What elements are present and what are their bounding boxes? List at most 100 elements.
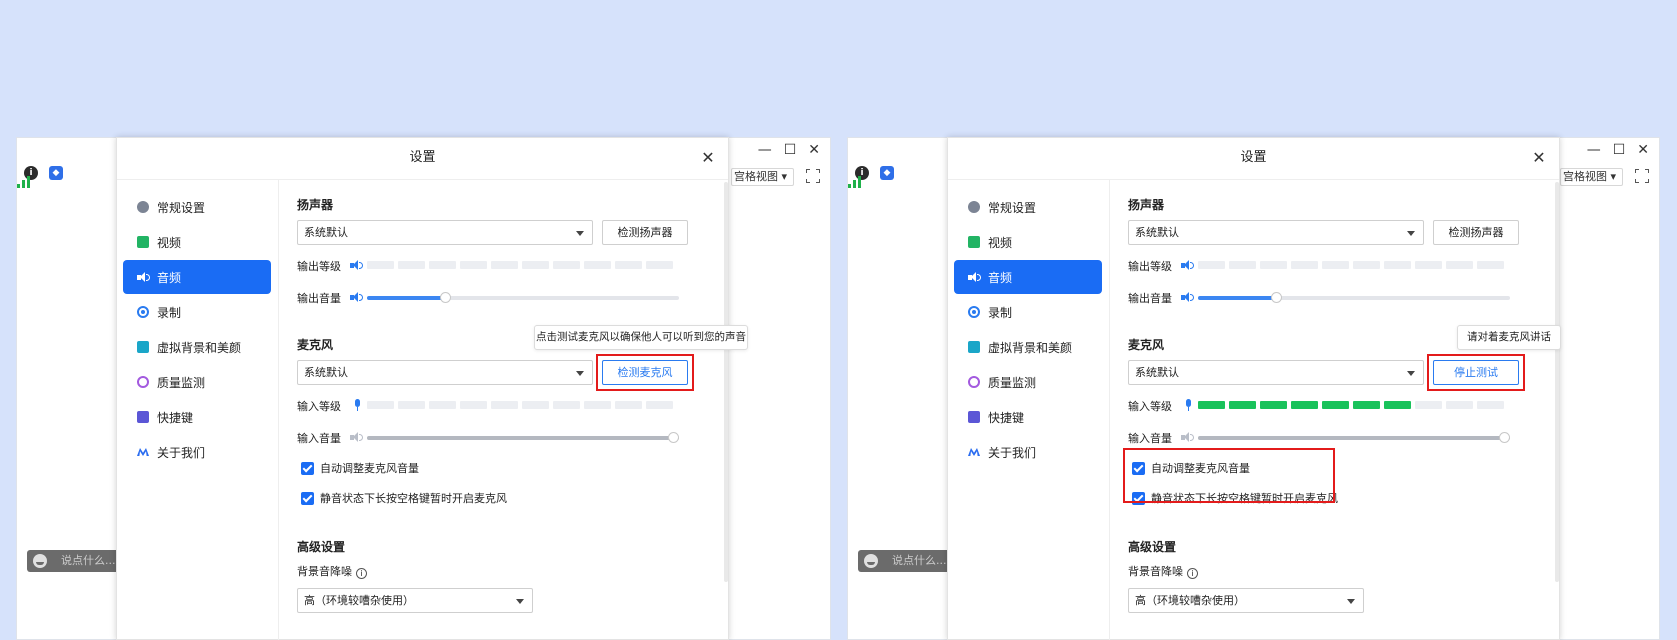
chevron-down-icon [1347,599,1355,604]
level-segment [429,401,456,409]
level-segment [1229,401,1256,409]
shield-icon[interactable]: ◆ [49,166,63,180]
scrollbar[interactable] [1555,182,1559,582]
close-window-icon[interactable]: ✕ [808,142,820,158]
info-icon[interactable]: i [1187,568,1198,579]
nav-item-virtual-bg[interactable]: 虚拟背景和美颜 [954,330,1102,364]
info-icon[interactable]: i [356,568,367,579]
close-window-icon[interactable]: ✕ [1637,142,1649,158]
noise-value: 高（环境较嘈杂使用） [304,594,414,607]
nav-item-general[interactable]: 常规设置 [954,190,1102,224]
level-segment [1415,261,1442,269]
nav-item-general[interactable]: 常规设置 [123,190,271,224]
nav-item-virtual-bg[interactable]: 虚拟背景和美颜 [123,330,271,364]
gear-icon [968,201,980,213]
level-segment [584,261,611,269]
slider-knob[interactable] [440,292,451,303]
input-level-meter [1198,401,1504,409]
slider-fill [367,296,445,300]
dialog-title: 设置 [1240,150,1267,165]
nav-item-video[interactable]: 视频 [954,225,1102,259]
nav-item-about[interactable]: 关于我们 [954,435,1102,469]
maximize-icon[interactable]: ☐ [784,142,797,158]
fullscreen-icon[interactable] [806,169,820,183]
gear-icon [137,201,149,213]
output-level-meter [367,261,673,269]
nav-label: 质量监测 [157,375,206,390]
noise-reduction-label: 背景音降噪 i [1128,563,1198,579]
level-segment [553,261,580,269]
speaker-device: 系统默认 [1135,226,1179,239]
dialog-title: 设置 [409,150,436,165]
settings-dialog-right: 设置 ✕ 常规设置 视频 音频 录制 虚拟背景和美颜 质量监测 快捷键 关于我们… [947,137,1561,640]
level-segment [1198,261,1225,269]
nav-item-record[interactable]: 录制 [954,295,1102,329]
level-segment [1198,401,1225,409]
level-segment [584,401,611,409]
dialog-header: 设置 ✕ [117,138,728,180]
slider-knob[interactable] [1499,432,1510,443]
fullscreen-icon[interactable] [1635,169,1649,183]
level-segment [398,261,425,269]
input-level-label: 输入等级 [297,400,341,413]
dialog-header: 设置 ✕ [948,138,1559,180]
nav-item-about[interactable]: 关于我们 [123,435,271,469]
nav-item-quality[interactable]: 质量监测 [954,365,1102,399]
checkbox-checked-icon[interactable] [301,491,314,505]
nav-label: 快捷键 [157,410,194,425]
speaker-select[interactable]: 系统默认 [297,220,593,245]
noise-reduction-select[interactable]: 高（环境较嘈杂使用） [1128,588,1364,613]
speaker-icon [350,260,363,271]
auto-adjust-checkbox[interactable]: 自动调整麦克风音量 [301,460,419,476]
emoji-icon[interactable] [864,554,878,568]
mic-select[interactable]: 系统默认 [1128,360,1424,385]
output-volume-label: 输出音量 [297,292,341,305]
input-volume-slider[interactable] [367,432,679,443]
level-segment [1322,261,1349,269]
checkbox-checked-icon[interactable] [301,461,314,475]
noise-label-text: 背景音降噪 [1128,565,1183,578]
close-icon[interactable]: ✕ [1529,148,1549,168]
chat-input[interactable]: 说点什么... [27,550,119,572]
mic-tooltip: 请对着麦克风讲话 [1457,325,1561,350]
nav-label: 快捷键 [988,410,1025,425]
brand-logo-icon [968,446,980,458]
test-speaker-button[interactable]: 检测扬声器 [1433,220,1519,245]
nav-item-audio[interactable]: 音频 [123,260,271,294]
level-segment [460,401,487,409]
minimize-icon[interactable]: — [1587,142,1601,158]
scrollbar[interactable] [724,182,728,582]
grid-view-button[interactable]: 宫格视图 ▾ [730,168,794,186]
shield-icon[interactable]: ◆ [880,166,894,180]
minimize-icon[interactable]: — [758,142,772,158]
nav-label: 录制 [988,305,1013,320]
nav-item-shortcuts[interactable]: 快捷键 [954,400,1102,434]
level-segment [1446,261,1473,269]
speaker-select[interactable]: 系统默认 [1128,220,1424,245]
slider-knob[interactable] [1271,292,1282,303]
noise-reduction-select[interactable]: 高（环境较嘈杂使用） [297,588,533,613]
emoji-icon[interactable] [33,554,47,568]
chat-input[interactable]: 说点什么... [858,550,950,572]
close-icon[interactable]: ✕ [698,148,718,168]
level-segment [367,261,394,269]
nav-item-audio[interactable]: 音频 [954,260,1102,294]
brand-logo-icon [137,446,149,458]
nav-item-record[interactable]: 录制 [123,295,271,329]
nav-item-video[interactable]: 视频 [123,225,271,259]
mic-select[interactable]: 系统默认 [297,360,593,385]
auto-adjust-label: 自动调整麦克风音量 [320,462,419,475]
output-volume-slider[interactable] [1198,292,1510,303]
hold-space-checkbox[interactable]: 静音状态下长按空格键暂时开启麦克风 [301,490,507,506]
speaker-icon [1181,432,1194,443]
grid-view-button[interactable]: 宫格视图 ▾ [1559,168,1623,186]
nav-item-quality[interactable]: 质量监测 [123,365,271,399]
nav-item-shortcuts[interactable]: 快捷键 [123,400,271,434]
input-volume-slider[interactable] [1198,432,1510,443]
slider-knob[interactable] [668,432,679,443]
output-volume-slider[interactable] [367,292,679,303]
test-speaker-button[interactable]: 检测扬声器 [602,220,688,245]
chat-placeholder: 说点什么... [61,554,116,567]
level-segment [646,261,673,269]
maximize-icon[interactable]: ☐ [1613,142,1626,158]
